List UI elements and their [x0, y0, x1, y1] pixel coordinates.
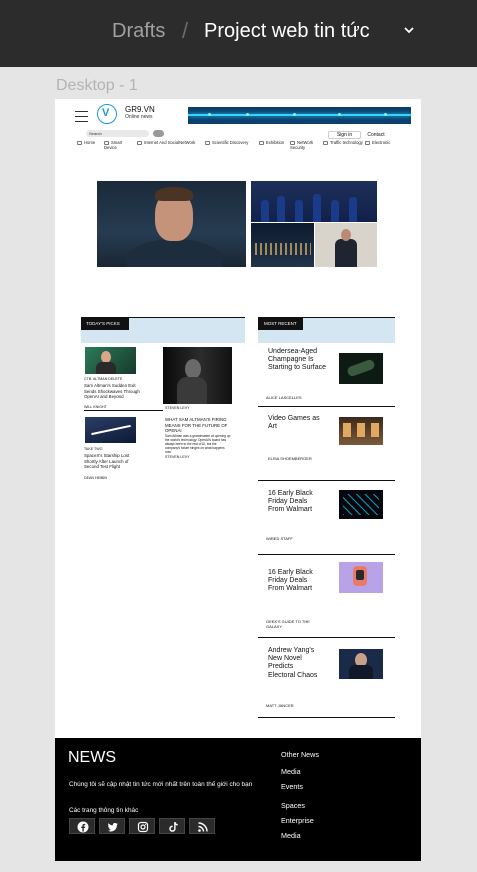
- twitter-icon[interactable]: [99, 818, 125, 834]
- pick-big-body: Sam Altman was a grandmaster at opening …: [165, 434, 231, 454]
- recent-item-title[interactable]: 16 Early Black Friday Deals From Walmart: [268, 569, 320, 594]
- home-icon: [77, 140, 82, 145]
- sign-in-button[interactable]: Sign in: [328, 131, 361, 139]
- pick2-meta: TAKE TWO: [84, 447, 103, 451]
- pick1-meta: CTB. ALTMAN DELETE: [84, 377, 123, 381]
- project-title[interactable]: Project web tin tức: [204, 20, 370, 43]
- breadcrumb-separator: /: [182, 18, 189, 43]
- footer-link-media-2[interactable]: Media: [281, 831, 301, 840]
- recent-item-author: ALICE LASCELLES: [266, 395, 302, 400]
- science-icon: [205, 140, 210, 145]
- picks-heading: TODAY'S PICKS: [81, 317, 129, 330]
- rss-icon[interactable]: [189, 818, 215, 834]
- pick-big-title[interactable]: WHAT SAM ALTMAN'S FIRING MEANS FOR THE F…: [165, 417, 231, 434]
- recent-item-thumbnail[interactable]: [339, 649, 383, 679]
- recent-item-author: GEEK'S GUIDE TO THE GALAXY: [266, 619, 310, 629]
- exhibition-icon: [259, 140, 264, 145]
- pick2-title[interactable]: SpaceX's Starship Lost Shortly After Lau…: [84, 453, 142, 470]
- nav-item-exhibition[interactable]: Exhibition: [259, 140, 291, 145]
- hero-image-team[interactable]: [251, 181, 377, 222]
- nav-item-traffic[interactable]: Traffic technology: [323, 140, 365, 145]
- divider: [258, 717, 395, 718]
- menu-icon[interactable]: [75, 111, 88, 122]
- recent-item-author: WIRED STAFF: [266, 536, 293, 541]
- nav-item-electronic[interactable]: Electronic: [365, 140, 405, 145]
- logo-icon: V: [97, 104, 117, 124]
- car-icon: [323, 140, 328, 145]
- footer-title: NEWS: [68, 749, 116, 766]
- pick-big-meta: STEVEN LEVY: [165, 406, 190, 410]
- breadcrumb-drafts[interactable]: Drafts: [112, 20, 165, 43]
- brand-tagline: Online news: [125, 114, 153, 120]
- recent-item-thumbnail[interactable]: [339, 417, 383, 445]
- header-banner: [188, 107, 411, 124]
- recent-item-title[interactable]: Andrew Yang's New Novel Predicts Elector…: [268, 647, 320, 680]
- footer-other-pages: Các trang thông tin khác: [69, 807, 139, 814]
- hero-image-main[interactable]: [97, 181, 246, 267]
- contact-button[interactable]: Contact: [361, 131, 391, 139]
- footer: NEWS Chúng tôi sẽ cập nhật tin tức mới n…: [55, 738, 421, 861]
- hero-image-person[interactable]: [315, 223, 377, 267]
- nav-item-home[interactable]: Home: [77, 140, 105, 145]
- pick2-author: DEAN HEIBIN: [84, 476, 107, 480]
- chevron-down-icon[interactable]: [403, 24, 415, 36]
- desktop-frame: V GR9.VN Online news Search Sign in Cont…: [55, 99, 421, 861]
- search-placeholder: Search: [89, 131, 102, 136]
- footer-link-other-news[interactable]: Other News: [281, 750, 319, 759]
- facebook-icon[interactable]: [69, 818, 95, 834]
- search-button[interactable]: [153, 130, 164, 137]
- recent-item-author: ELISA SHOEMBERGER: [268, 456, 312, 461]
- recent-item-thumbnail[interactable]: [339, 353, 383, 384]
- recent-item-author: MATT JANCER: [266, 703, 294, 708]
- tiktok-icon[interactable]: [159, 818, 185, 834]
- pick-big-thumbnail[interactable]: [163, 347, 232, 404]
- footer-description: Chúng tôi sẽ cập nhật tin tức mới nhất t…: [69, 781, 253, 788]
- recent-item-title[interactable]: Undersea-Aged Champagne Is Starting to S…: [268, 348, 328, 373]
- divider: [258, 406, 395, 407]
- brand-name: GR9.VN: [125, 105, 155, 114]
- divider: [258, 554, 395, 555]
- nav-item-scientific[interactable]: Scientific Discovery: [205, 140, 261, 145]
- pick-big-footer: STEVEN LEVY: [165, 455, 190, 459]
- hero-image-city[interactable]: [251, 223, 314, 267]
- footer-link-events[interactable]: Events: [281, 782, 303, 791]
- chip-icon: [365, 140, 370, 145]
- nav-item-internet[interactable]: Internet And SocialNetWork: [137, 140, 205, 145]
- pick1-author: WILL KNIGHT: [84, 405, 107, 409]
- footer-link-media[interactable]: Media: [281, 767, 301, 776]
- pick1-thumbnail[interactable]: [85, 347, 136, 374]
- recent-item-thumbnail[interactable]: [339, 562, 383, 593]
- footer-link-spaces[interactable]: Spaces: [281, 801, 305, 810]
- footer-link-enterprise[interactable]: Enterprise: [281, 816, 314, 825]
- nav-item-smart-device[interactable]: Smart Device: [104, 140, 134, 150]
- wifi-icon: [137, 140, 142, 145]
- frame-label[interactable]: Desktop - 1: [56, 77, 138, 95]
- pick1-title[interactable]: Sam Altman's Sudden Exit Sends Shockwave…: [84, 383, 142, 400]
- pick2-thumbnail[interactable]: [85, 417, 136, 443]
- figma-toolbar: Drafts / Project web tin tức: [0, 0, 477, 67]
- divider: [84, 410, 163, 411]
- nav-item-network-security[interactable]: NetWork Security: [290, 140, 322, 150]
- divider: [258, 480, 395, 481]
- recent-heading: MOST RECENT: [258, 317, 303, 330]
- instagram-icon[interactable]: [129, 818, 155, 834]
- recent-item-thumbnail[interactable]: [339, 490, 383, 519]
- recent-item-title[interactable]: 16 Early Black Friday Deals From Walmart: [268, 490, 320, 515]
- recent-item-title[interactable]: Video Games as Art: [268, 415, 320, 431]
- divider: [258, 637, 395, 638]
